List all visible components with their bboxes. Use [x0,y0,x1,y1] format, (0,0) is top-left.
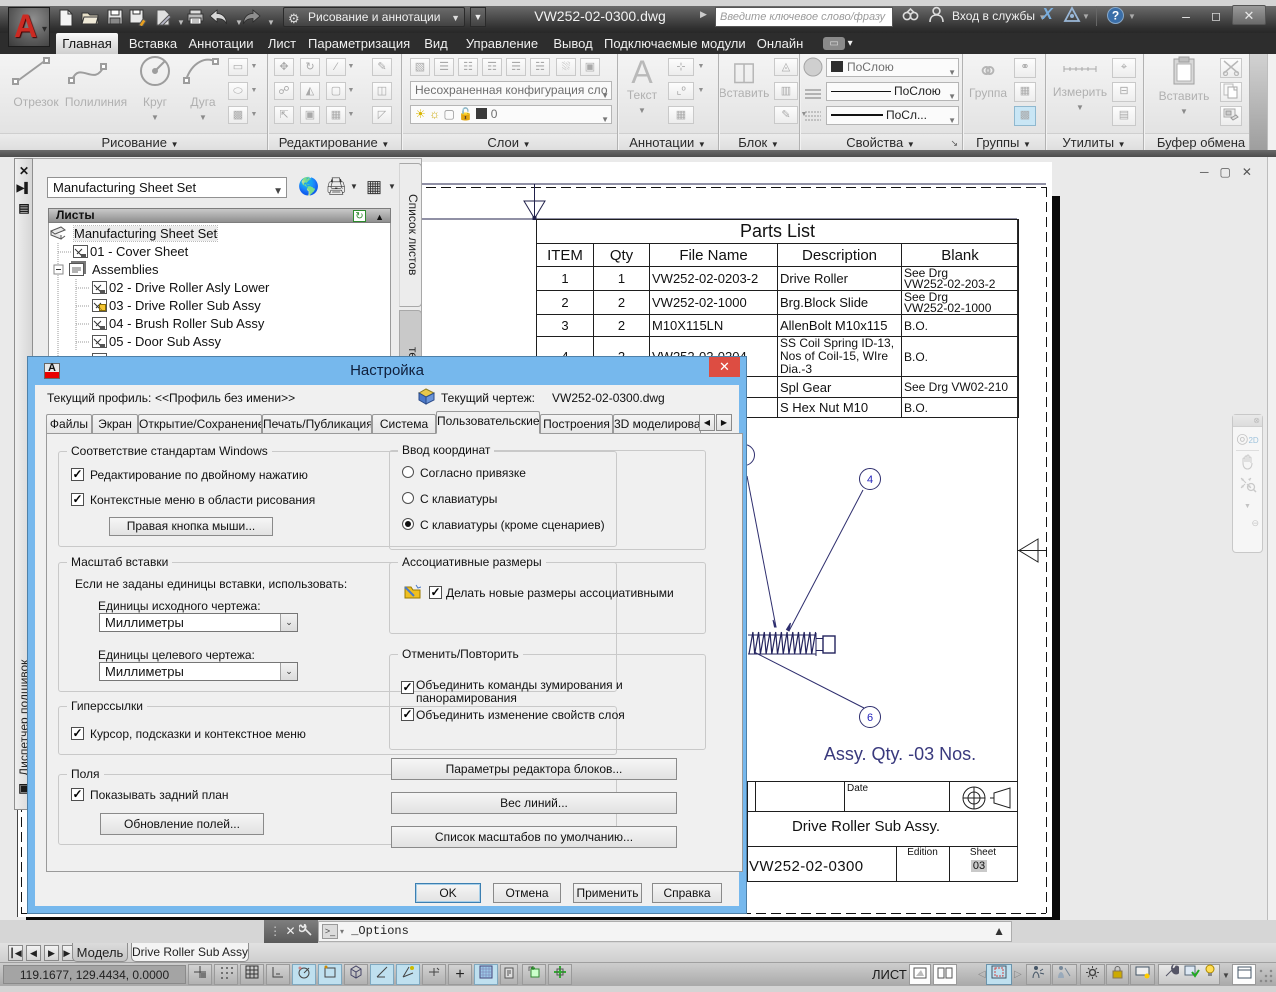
svg-text:Assy. Qty. -03 Nos.: Assy. Qty. -03 Nos. [824,744,976,764]
svg-text:?: ? [1112,9,1119,23]
svg-text:4: 4 [867,474,873,486]
svg-text:6: 6 [867,712,873,724]
